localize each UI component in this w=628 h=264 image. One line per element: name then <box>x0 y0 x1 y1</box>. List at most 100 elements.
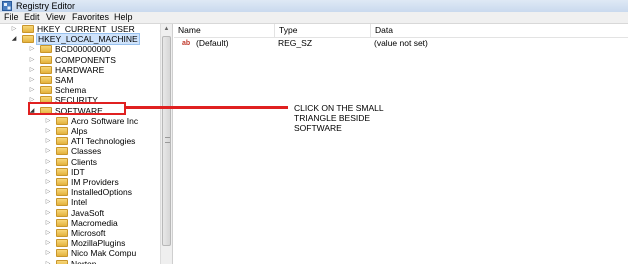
tree-item[interactable]: ▷ Macromedia <box>0 218 160 228</box>
menu-file[interactable]: File <box>4 12 19 23</box>
instruction-callout: CLICK ON THE SMALL TRIANGLE BESIDE SOFTW… <box>294 103 384 133</box>
folder-icon <box>56 208 68 217</box>
tree-item[interactable]: ▷ HARDWARE <box>0 65 160 75</box>
tree-item-label: Schema <box>55 85 87 96</box>
tree-item[interactable]: ▷ IM Providers <box>0 177 160 187</box>
column-type[interactable]: Type <box>274 24 370 37</box>
collapse-triangle-icon[interactable]: ◢ <box>10 34 18 44</box>
folder-icon <box>56 116 68 125</box>
menu-bar: File Edit View Favorites Help <box>0 12 628 24</box>
tree-item-label: Alps <box>71 126 88 136</box>
expand-triangle-icon[interactable]: ▷ <box>44 248 52 258</box>
tree-item[interactable]: ▷ Acro Software Inc <box>0 116 160 126</box>
callout-pointer-line <box>126 106 288 109</box>
column-data[interactable]: Data <box>370 24 628 37</box>
expand-triangle-icon[interactable]: ▷ <box>28 44 36 54</box>
expand-triangle-icon[interactable]: ▷ <box>10 24 18 34</box>
registry-editor-icon <box>2 1 12 11</box>
folder-icon <box>56 137 68 146</box>
scrollbar-thumb[interactable] <box>162 36 171 246</box>
tree-item-label: Clients <box>71 156 97 167</box>
folder-icon <box>56 239 68 248</box>
folder-icon <box>56 229 68 237</box>
tree-item[interactable]: ▷ HKEY_CURRENT_USER <box>0 24 160 34</box>
folder-icon <box>22 35 34 44</box>
folder-icon <box>56 259 68 264</box>
grip-icon <box>165 137 170 143</box>
tree-scrollbar[interactable]: ▲ <box>160 24 172 264</box>
expand-triangle-icon[interactable]: ▷ <box>28 55 36 65</box>
tree-item-label: Intel <box>71 197 88 208</box>
menu-help[interactable]: Help <box>114 12 133 23</box>
folder-icon <box>40 65 52 74</box>
scroll-up-icon[interactable]: ▲ <box>161 24 172 34</box>
tree-item-label: HARDWARE <box>55 64 105 75</box>
expand-triangle-icon[interactable]: ▷ <box>28 65 36 75</box>
folder-icon <box>56 178 68 186</box>
folder-icon <box>56 198 68 207</box>
folder-icon <box>56 147 68 156</box>
tree-item-label: Nico Mak Compu <box>71 248 137 259</box>
tree-item[interactable]: ▷ BCD00000000 <box>0 44 160 54</box>
expand-triangle-icon[interactable]: ▷ <box>44 259 52 264</box>
tree-item[interactable]: ▷ ATI Technologies <box>0 136 160 146</box>
menu-edit[interactable]: Edit <box>24 12 40 23</box>
expand-triangle-icon[interactable]: ▷ <box>44 238 52 248</box>
value-name: (Default) <box>196 38 229 48</box>
expand-triangle-icon[interactable]: ▷ <box>44 228 52 238</box>
tree-item-label: IM Providers <box>71 177 119 187</box>
value-type: REG_SZ <box>278 38 313 48</box>
expand-triangle-icon[interactable]: ▷ <box>44 218 52 228</box>
expand-triangle-icon[interactable]: ▷ <box>44 177 52 187</box>
tree-item[interactable]: ▷ MozillaPlugins <box>0 238 160 248</box>
value-data: (value not set) <box>374 38 428 48</box>
registry-key-tree[interactable]: ▷ HKEY_CURRENT_USER ◢ HKEY_LOCAL_MACHINE ▷ BC… <box>0 24 173 264</box>
folder-icon <box>56 127 68 135</box>
folder-icon <box>40 45 52 54</box>
tree-item-label: MozillaPlugins <box>71 238 126 249</box>
expand-triangle-icon[interactable]: ▷ <box>44 157 52 167</box>
tree-item[interactable]: ▷ Alps <box>0 126 160 136</box>
expand-triangle-icon[interactable]: ▷ <box>44 208 52 218</box>
folder-icon <box>22 25 34 33</box>
tree-item[interactable]: ▷ COMPONENTS <box>0 55 160 65</box>
tree-item-label: HKEY_CURRENT_USER <box>37 24 135 34</box>
expand-triangle-icon[interactable]: ▷ <box>28 75 36 85</box>
tree-item[interactable]: ▷ InstalledOptions <box>0 187 160 197</box>
tree-item[interactable]: ▷ Nico Mak Compu <box>0 248 160 258</box>
tree-item-label: Macromedia <box>71 217 118 228</box>
folder-icon <box>56 188 68 197</box>
tree-item[interactable]: ▷ Classes <box>0 146 160 156</box>
menu-view[interactable]: View <box>46 12 65 23</box>
menu-favorites[interactable]: Favorites <box>72 12 109 23</box>
folder-icon <box>56 249 68 258</box>
expand-triangle-icon[interactable]: ▷ <box>28 85 36 95</box>
tree-item[interactable]: ▷ SAM <box>0 75 160 85</box>
tree-item[interactable]: ▷ Norton <box>0 259 160 264</box>
tree-item[interactable]: ▷ IDT <box>0 167 160 177</box>
tree-item[interactable]: ▷ Microsoft <box>0 228 160 238</box>
expand-triangle-icon[interactable]: ▷ <box>44 187 52 197</box>
expand-triangle-icon[interactable]: ▷ <box>44 167 52 177</box>
folder-icon <box>56 218 68 227</box>
expand-triangle-icon[interactable]: ▷ <box>44 146 52 156</box>
tree-item-label: BCD00000000 <box>55 44 111 55</box>
expand-triangle-icon[interactable]: ▷ <box>44 136 52 146</box>
callout-line-3: SOFTWARE <box>294 123 342 133</box>
expand-triangle-icon[interactable]: ▷ <box>44 116 52 126</box>
tree-item[interactable]: ▷ Clients <box>0 157 160 167</box>
expand-triangle-icon[interactable]: ▷ <box>44 197 52 207</box>
column-name[interactable]: Name <box>174 24 274 37</box>
tree-item[interactable]: ◢ HKEY_LOCAL_MACHINE <box>0 33 160 46</box>
title-bar: Registry Editor <box>0 0 628 12</box>
tree-item-label: IDT <box>71 166 85 177</box>
tree-item[interactable]: ▷ Schema <box>0 85 160 95</box>
value-row[interactable]: ab (Default) REG_SZ (value not set) <box>174 38 628 49</box>
software-highlight-box <box>28 102 126 115</box>
tree-item[interactable]: ▷ JavaSoft <box>0 208 160 218</box>
string-value-icon: ab <box>182 40 191 47</box>
expand-triangle-icon[interactable]: ▷ <box>44 126 52 136</box>
tree-item[interactable]: ▷ Intel <box>0 197 160 207</box>
tree-item-label: HKEY_LOCAL_MACHINE <box>36 33 140 46</box>
tree-item-label: ATI Technologies <box>71 136 136 147</box>
